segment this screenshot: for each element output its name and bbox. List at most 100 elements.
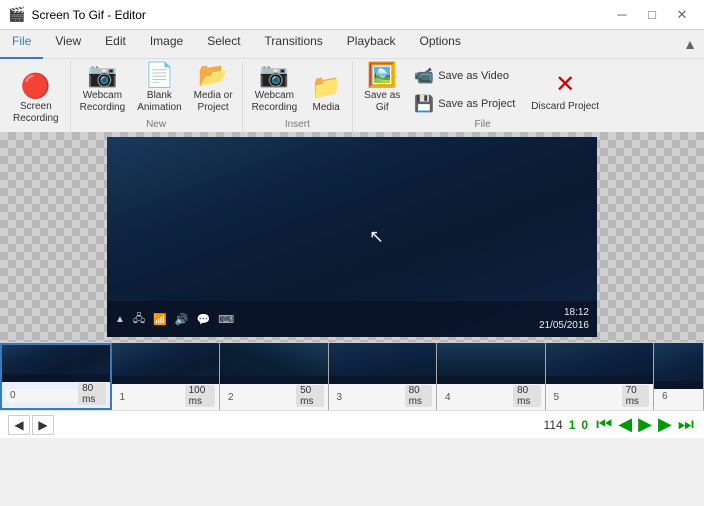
frame-index-4: 4	[441, 391, 513, 404]
title-controls: ─ □ ✕	[608, 4, 696, 26]
frame-delay-5: 70 ms	[622, 385, 649, 407]
frame-taskbar-0	[2, 374, 110, 382]
maximize-button[interactable]: □	[638, 4, 666, 26]
save-as-video-icon: 📹	[414, 66, 434, 86]
preview-frame: ↖ ▲ 🖧 📶 🔊 💬 ⌨ 18:12 21/05/2016	[107, 137, 597, 337]
file-buttons: 🖼️ Save asGif 📹 Save as Video 💾 Save as …	[359, 61, 606, 117]
frame-delay-1: 100 ms	[185, 385, 215, 407]
frame-index-6: 6	[658, 390, 691, 403]
timeline-frame-1[interactable]: 1 100 ms	[112, 343, 221, 410]
title-left: 🎬 Screen To Gif - Editor	[8, 6, 146, 23]
file-group-label: File	[359, 117, 606, 132]
ribbon-collapse-button[interactable]: ▲	[676, 30, 704, 58]
new-buttons: 📷 WebcamRecording 📄 BlankAnimation 📂 Med…	[75, 61, 238, 117]
save-as-gif-label: Save asGif	[364, 90, 400, 114]
taskbar-chat-icon: 💬	[197, 313, 211, 326]
frame-taskbar-1	[112, 376, 220, 384]
webcam-icon: 📷	[87, 64, 117, 88]
next-frame-button[interactable]: ▶	[656, 414, 674, 435]
discard-icon: ✕	[555, 70, 575, 99]
frame-thumb-1	[112, 343, 220, 384]
frame-thumb-2	[220, 343, 328, 384]
menu-file[interactable]: File	[0, 30, 43, 59]
playback-controls: ⏮ ◀ ▶ ▶ ⏭	[594, 414, 696, 435]
save-as-project-label: Save as Project	[438, 98, 515, 110]
taskbar-wifi-icon: 📶	[153, 313, 167, 326]
menu-options[interactable]: Options	[408, 30, 473, 59]
new-group: 📷 WebcamRecording 📄 BlankAnimation 📂 Med…	[71, 61, 243, 132]
frame-index-1: 1	[116, 391, 185, 404]
frame-thumb-6	[654, 343, 703, 389]
taskbar-sim: ▲ 🖧 📶 🔊 💬 ⌨ 18:12 21/05/2016	[107, 301, 597, 337]
save-as-gif-button[interactable]: 🖼️ Save asGif	[359, 61, 405, 117]
frame-taskbar-5	[546, 376, 654, 384]
screen-recording-label: ScreenRecording	[13, 101, 59, 125]
timeline-frame-0[interactable]: 0 80 ms	[0, 343, 112, 410]
menu-edit[interactable]: Edit	[93, 30, 138, 59]
nav-pagination: ◀ ▶	[8, 415, 54, 435]
menu-view[interactable]: View	[43, 30, 93, 59]
save-small-group: 📹 Save as Video 💾 Save as Project	[407, 63, 522, 117]
title-text: Screen To Gif - Editor	[31, 8, 146, 22]
close-button[interactable]: ✕	[668, 4, 696, 26]
minimize-button[interactable]: ─	[608, 4, 636, 26]
frame-taskbar-3	[329, 376, 437, 384]
frame-delay-3: 80 ms	[405, 385, 432, 407]
nav-info: 114 1 0 ⏮ ◀ ▶ ▶ ⏭	[544, 414, 696, 435]
frame-index-0: 0	[6, 389, 78, 402]
screen-recording-button[interactable]: 🔴 ScreenRecording	[8, 72, 64, 128]
save-as-video-label: Save as Video	[438, 70, 509, 82]
taskbar-time-value: 18:12	[539, 306, 589, 319]
timeline-frame-6[interactable]: 6	[654, 343, 704, 410]
play-button[interactable]: ▶	[636, 414, 654, 435]
save-as-project-button[interactable]: 💾 Save as Project	[407, 91, 522, 117]
timeline-frame-3[interactable]: 3 80 ms	[329, 343, 438, 410]
timeline-frame-4[interactable]: 4 80 ms	[437, 343, 546, 410]
webcam-recording-insert-button[interactable]: 📷 WebcamRecording	[247, 61, 303, 117]
zoom-level-label: 0	[581, 418, 588, 432]
media-or-project-button[interactable]: 📂 Media orProject	[189, 61, 238, 117]
media-insert-label: Media	[313, 102, 340, 114]
timeline: 0 80 ms 1 100 ms 2 50 ms 3 80 ms	[0, 342, 704, 410]
frame-taskbar-2	[220, 376, 328, 384]
webcam-recording-button[interactable]: 📷 WebcamRecording	[75, 61, 131, 117]
frame-delay-2: 50 ms	[296, 385, 323, 407]
discard-project-button[interactable]: ✕ Discard Project	[524, 65, 606, 117]
frame-taskbar-6	[654, 381, 703, 389]
blank-animation-button[interactable]: 📄 BlankAnimation	[132, 61, 186, 117]
webcam-label: WebcamRecording	[80, 90, 126, 114]
taskbar-right: 18:12 21/05/2016	[539, 306, 589, 332]
cursor-indicator: ↖	[369, 227, 384, 248]
frame-thumb-4	[437, 343, 545, 384]
menu-select[interactable]: Select	[195, 30, 252, 59]
ribbon: 🔴 ScreenRecording 📷 WebcamRecording 📄 Bl…	[0, 59, 704, 132]
last-frame-button[interactable]: ⏭	[676, 414, 696, 435]
menu-image[interactable]: Image	[138, 30, 195, 59]
file-group: 🖼️ Save asGif 📹 Save as Video 💾 Save as …	[353, 61, 612, 132]
prev-page-button[interactable]: ◀	[8, 415, 30, 435]
frame-thumb-5	[546, 343, 654, 384]
discard-label: Discard Project	[531, 101, 599, 112]
recording-buttons: 🔴 ScreenRecording	[8, 61, 64, 128]
webcam-insert-icon: 📷	[259, 64, 289, 88]
menu-transitions[interactable]: Transitions	[253, 30, 335, 59]
next-page-button[interactable]: ▶	[32, 415, 54, 435]
media-insert-button[interactable]: 📁 Media	[304, 73, 348, 117]
save-as-gif-icon: 🖼️	[367, 64, 397, 88]
canvas-area: ↖ ▲ 🖧 📶 🔊 💬 ⌨ 18:12 21/05/2016	[0, 132, 704, 342]
taskbar-left: ▲ 🖧 📶 🔊 💬 ⌨	[115, 310, 234, 329]
title-bar: 🎬 Screen To Gif - Editor ─ □ ✕	[0, 0, 704, 30]
save-as-video-button[interactable]: 📹 Save as Video	[407, 63, 522, 89]
timeline-frame-2[interactable]: 2 50 ms	[220, 343, 329, 410]
first-frame-button[interactable]: ⏮	[594, 414, 614, 435]
timeline-frame-5[interactable]: 5 70 ms	[546, 343, 655, 410]
taskbar-clock: 18:12 21/05/2016	[539, 306, 589, 332]
menu-playback[interactable]: Playback	[335, 30, 408, 59]
prev-frame-button[interactable]: ◀	[616, 414, 634, 435]
taskbar-sound-icon: 🔊	[175, 313, 189, 326]
screen-recording-icon: 🔴	[21, 75, 51, 99]
frame-delay-4: 80 ms	[513, 385, 540, 407]
insert-group-label: Insert	[247, 117, 349, 132]
frame-delay-0: 80 ms	[78, 383, 105, 405]
new-group-label: New	[75, 117, 238, 132]
